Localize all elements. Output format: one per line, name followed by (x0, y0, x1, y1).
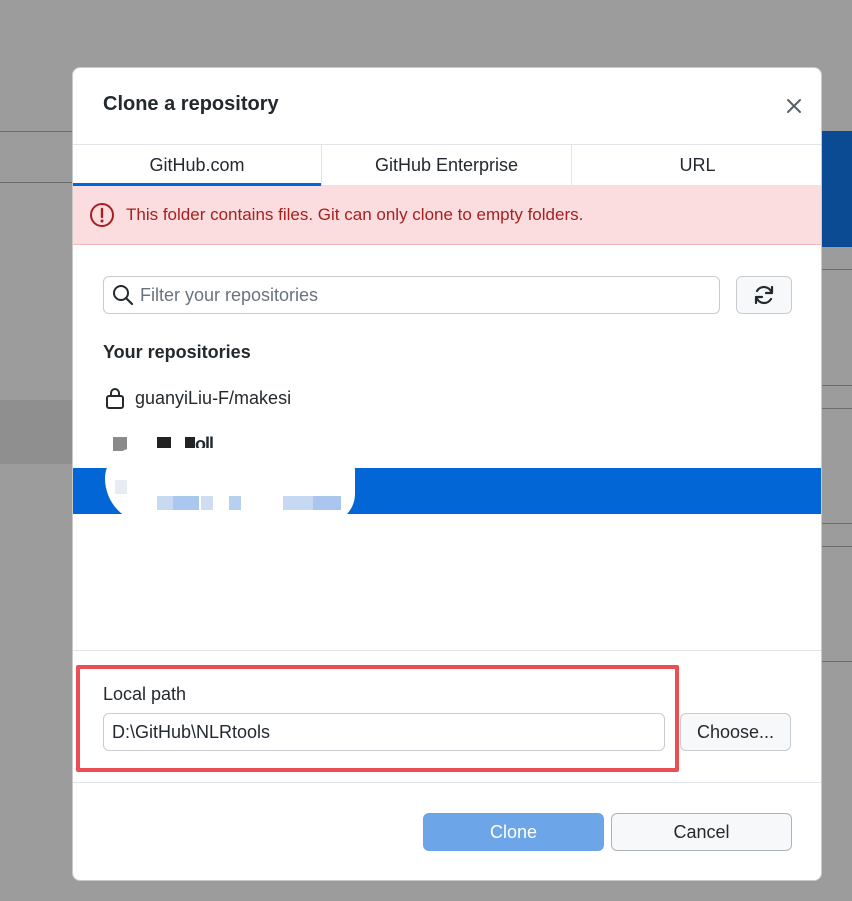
search-icon (113, 285, 134, 306)
background-divider (0, 131, 72, 132)
redacted-pixels (201, 496, 213, 510)
local-path-field[interactable] (103, 713, 665, 751)
redacted-pixels (283, 496, 313, 510)
filter-row (103, 276, 792, 314)
dialog-title: Clone a repository (103, 93, 279, 115)
clone-button[interactable]: Clone (423, 813, 604, 851)
filter-field[interactable] (103, 276, 720, 314)
background-divider (0, 182, 72, 183)
lock-icon (106, 388, 124, 409)
error-message: This folder contains files. Git can only… (126, 205, 584, 224)
alert-circle-icon (90, 203, 114, 227)
background-divider (822, 661, 852, 662)
redacted-pixels (173, 496, 199, 510)
background-selected-item (820, 131, 852, 247)
filter-input[interactable] (140, 284, 700, 306)
redacted-pixels (229, 496, 241, 510)
background-divider (822, 385, 852, 386)
error-banner: This folder contains files. Git can only… (73, 186, 821, 245)
refresh-icon (754, 285, 774, 305)
local-path-input[interactable] (112, 721, 652, 743)
refresh-button[interactable] (736, 276, 792, 314)
background-divider (822, 408, 852, 409)
redacted-pixels (313, 496, 341, 510)
redacted-pixels (115, 480, 127, 494)
repository-item[interactable]: guanyiLiu-F/makesi (73, 375, 821, 421)
tab-github-com[interactable]: GitHub.com (73, 145, 322, 187)
repository-name: guanyiLiu-F/makesi (135, 387, 292, 408)
redacted-pixels (157, 496, 173, 510)
tab-github-enterprise[interactable]: GitHub Enterprise (322, 145, 572, 186)
footer-divider (73, 782, 821, 783)
background-row (0, 400, 72, 464)
redaction-scribble (105, 448, 355, 524)
tab-url[interactable]: URL (572, 145, 821, 186)
repositories-heading: Your repositories (103, 342, 251, 362)
tab-bar: GitHub.com GitHub Enterprise URL (73, 144, 821, 187)
background-divider (822, 269, 852, 270)
background-divider (822, 546, 852, 547)
choose-button[interactable]: Choose... (680, 713, 791, 751)
section-divider (73, 650, 821, 651)
clone-repository-dialog: Clone a repository GitHub.com GitHub Ent… (72, 67, 822, 881)
close-icon (787, 99, 801, 113)
close-button[interactable] (780, 92, 808, 120)
local-path-label: Local path (103, 684, 187, 704)
background-divider (822, 523, 852, 524)
cancel-button[interactable]: Cancel (611, 813, 792, 851)
